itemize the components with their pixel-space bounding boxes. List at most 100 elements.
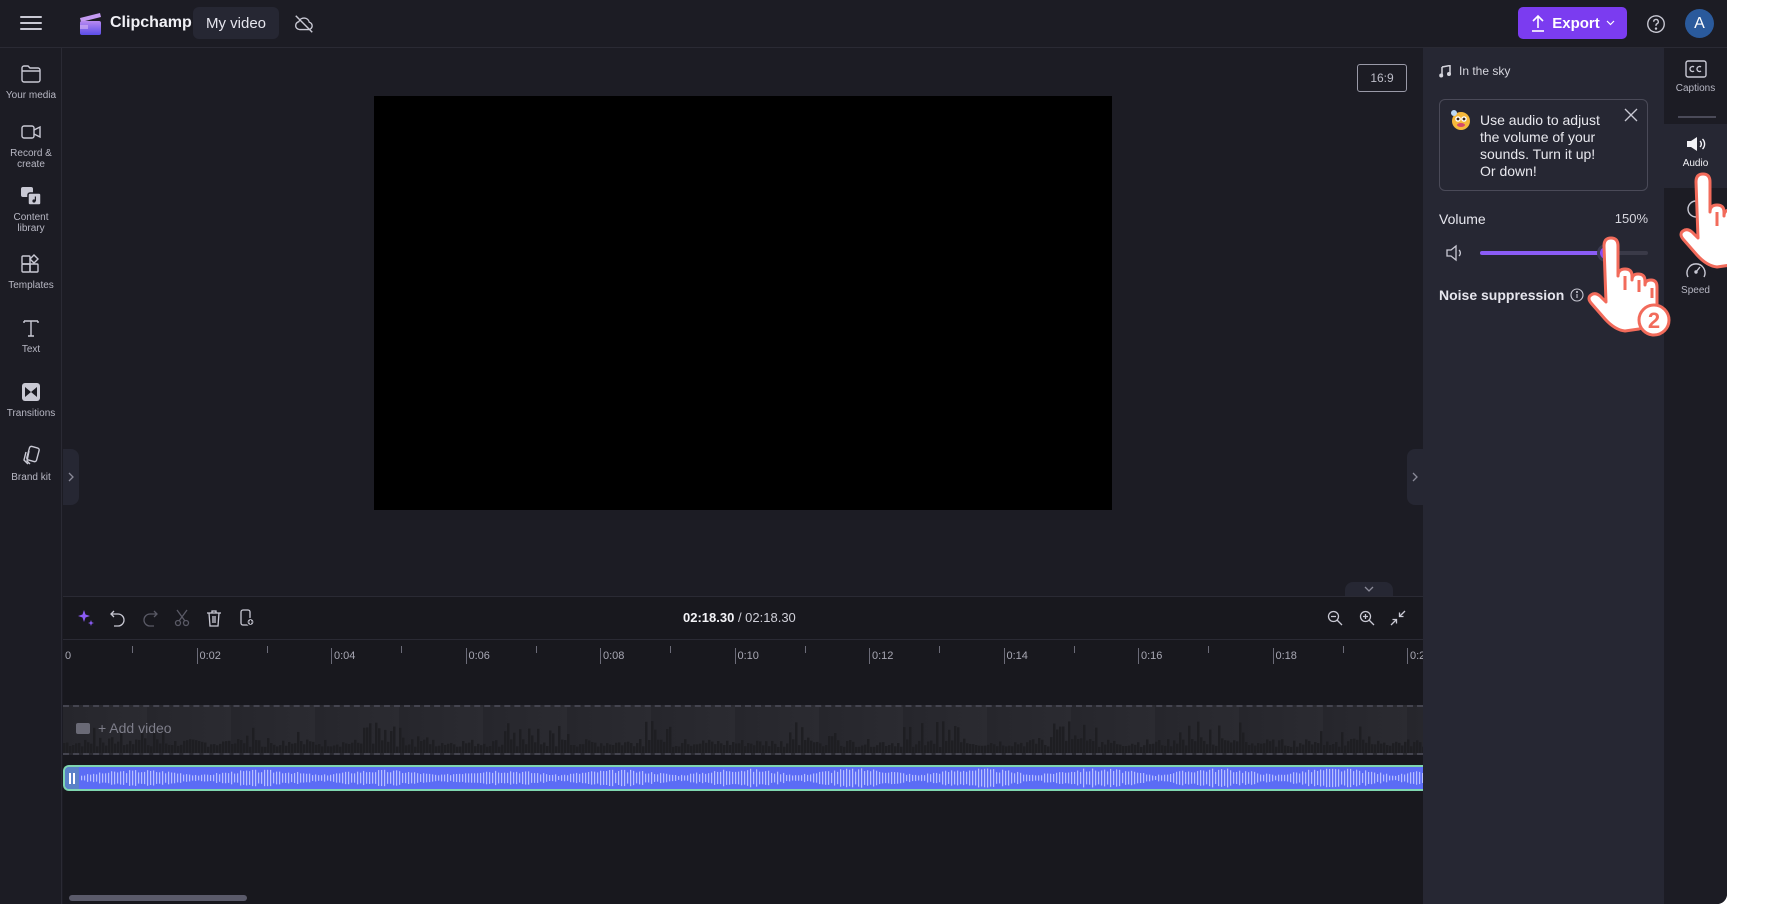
ruler-label: 0:16 xyxy=(1141,650,1163,662)
export-button[interactable]: Export xyxy=(1518,7,1627,39)
ruler-label: 0:12 xyxy=(872,650,894,662)
menu-icon[interactable] xyxy=(20,13,42,33)
tab-label: Audio xyxy=(1682,158,1709,169)
folder-icon xyxy=(21,65,41,83)
cloud-offline-icon[interactable] xyxy=(293,13,315,35)
tab-audio[interactable]: Audio xyxy=(1664,124,1727,188)
noise-suppression-row: Noise suppression xyxy=(1439,287,1584,303)
tab-label: Speed xyxy=(1681,285,1710,296)
film-icon xyxy=(76,722,90,734)
help-icon[interactable] xyxy=(1645,13,1667,35)
tab-fade[interactable] xyxy=(1664,198,1727,238)
split-button[interactable] xyxy=(171,607,193,629)
ruler-minor-tick xyxy=(804,646,806,653)
delete-button[interactable] xyxy=(203,607,225,629)
speaker-icon[interactable] xyxy=(1445,243,1465,263)
sidebar-item-content-library[interactable]: Content library xyxy=(0,184,62,234)
clipchamp-logo-icon xyxy=(80,13,101,35)
add-media-icon xyxy=(240,609,255,627)
info-icon[interactable] xyxy=(1570,288,1584,302)
sidebar-label: Content library xyxy=(13,212,49,234)
volume-value: 150% xyxy=(1614,211,1648,226)
sidebar-item-text[interactable]: Text xyxy=(0,316,62,355)
ruler-major-tick xyxy=(331,648,332,664)
zoom-out-button[interactable] xyxy=(1324,607,1346,629)
sidebar-label: Text xyxy=(21,344,41,355)
tab-captions[interactable]: Captions xyxy=(1664,60,1727,114)
sidebar-item-your-media[interactable]: Your media xyxy=(0,62,62,101)
track-header: In the sky xyxy=(1439,64,1510,78)
volume-slider[interactable] xyxy=(1480,244,1648,262)
add-video-label: + Add video xyxy=(98,720,172,736)
timeline: 02:18.30 / 02:18.30 0 0:02 0:04 0:06 0:08 0:1… xyxy=(63,596,1425,904)
chevron-right-icon xyxy=(68,472,74,482)
sidebar-item-templates[interactable]: Templates xyxy=(0,252,62,291)
current-time: 02:18.30 xyxy=(683,610,735,625)
close-icon[interactable] xyxy=(1624,108,1638,122)
shrink-arrows-icon xyxy=(1390,610,1406,626)
brand-kit-icon xyxy=(23,445,40,465)
ruler-minor-tick xyxy=(132,646,134,653)
ruler-label: 0:18 xyxy=(1275,650,1297,662)
timeline-ruler[interactable]: 0 0:02 0:04 0:06 0:08 0:10 0:12 0:14 0:16 0:18 0:2 xyxy=(63,639,1425,669)
ruler-major-tick xyxy=(1272,648,1274,664)
noise-suppression-toggle[interactable] xyxy=(1614,288,1648,306)
add-video-button[interactable]: + Add video xyxy=(76,720,172,736)
ruler-label: 0 xyxy=(65,650,72,662)
chevron-down-icon xyxy=(1606,20,1615,26)
volume-slider-fill xyxy=(1480,251,1606,255)
sidebar-item-record-create[interactable]: Record & create xyxy=(0,120,62,170)
ruler-minor-tick xyxy=(939,646,941,653)
project-title-button[interactable]: My video xyxy=(193,7,279,39)
ruler-major-tick xyxy=(1407,648,1408,664)
redo-button[interactable] xyxy=(139,607,161,629)
ruler-major-tick xyxy=(734,648,736,664)
undo-button[interactable] xyxy=(107,607,129,629)
volume-label: Volume xyxy=(1439,211,1486,227)
speedometer-icon xyxy=(1685,263,1706,278)
ruler-label: 0:14 xyxy=(1006,650,1028,662)
audio-clip[interactable] xyxy=(63,765,1423,791)
sparkle-icon xyxy=(78,610,94,626)
undo-icon xyxy=(110,610,125,627)
content-library-icon xyxy=(21,187,42,206)
properties-tab-rail: Captions Audio Speed xyxy=(1664,48,1727,904)
aspect-ratio-button[interactable]: 16:9 xyxy=(1357,64,1407,92)
tab-speed[interactable]: Speed xyxy=(1664,260,1727,314)
tip-text: Use audio to adjust the volume of your s… xyxy=(1480,112,1600,179)
volume-slider-thumb[interactable] xyxy=(1597,244,1615,262)
ai-magic-button[interactable] xyxy=(75,607,97,629)
fit-timeline-button[interactable] xyxy=(1387,607,1409,629)
sidebar-item-brand-kit[interactable]: Brand kit xyxy=(0,444,62,483)
sidebar-item-transitions[interactable]: Transitions xyxy=(0,380,62,419)
audio-trim-handle[interactable] xyxy=(65,767,79,789)
chevron-down-icon xyxy=(1364,586,1374,592)
export-label: Export xyxy=(1552,14,1600,32)
zoom-in-button[interactable] xyxy=(1356,607,1378,629)
video-track-placeholder[interactable]: + Add video xyxy=(63,705,1423,755)
expand-left-panel-button[interactable] xyxy=(63,449,79,505)
ruler-major-tick xyxy=(869,648,870,664)
chevron-right-icon xyxy=(1412,472,1418,482)
timecode: 02:18.30 / 02:18.30 xyxy=(683,610,796,625)
upload-icon xyxy=(1532,14,1545,32)
user-avatar[interactable]: A xyxy=(1685,9,1714,38)
video-camera-icon xyxy=(21,125,41,139)
timeline-horizontal-scrollbar[interactable] xyxy=(69,895,247,901)
video-preview[interactable] xyxy=(374,96,1112,510)
ruler-major-tick xyxy=(1138,648,1139,664)
ruler-label: 0:08 xyxy=(603,650,625,662)
timeline-toolbar: 02:18.30 / 02:18.30 xyxy=(63,597,1423,639)
skyline-thumbnail xyxy=(63,721,1423,753)
left-sidebar: Your media Record & create Content libra… xyxy=(0,48,62,904)
ruler-minor-tick xyxy=(1073,646,1075,653)
redo-icon xyxy=(143,610,158,627)
ruler-label: 0:06 xyxy=(468,650,490,662)
collapse-timeline-button[interactable] xyxy=(1345,582,1393,596)
add-to-timeline-button[interactable] xyxy=(236,607,258,629)
captions-icon xyxy=(1684,60,1707,78)
audio-waveform xyxy=(81,768,1423,788)
collapse-right-panel-button[interactable] xyxy=(1407,449,1423,505)
ruler-major-tick xyxy=(196,648,198,664)
scissors-icon xyxy=(174,609,190,627)
